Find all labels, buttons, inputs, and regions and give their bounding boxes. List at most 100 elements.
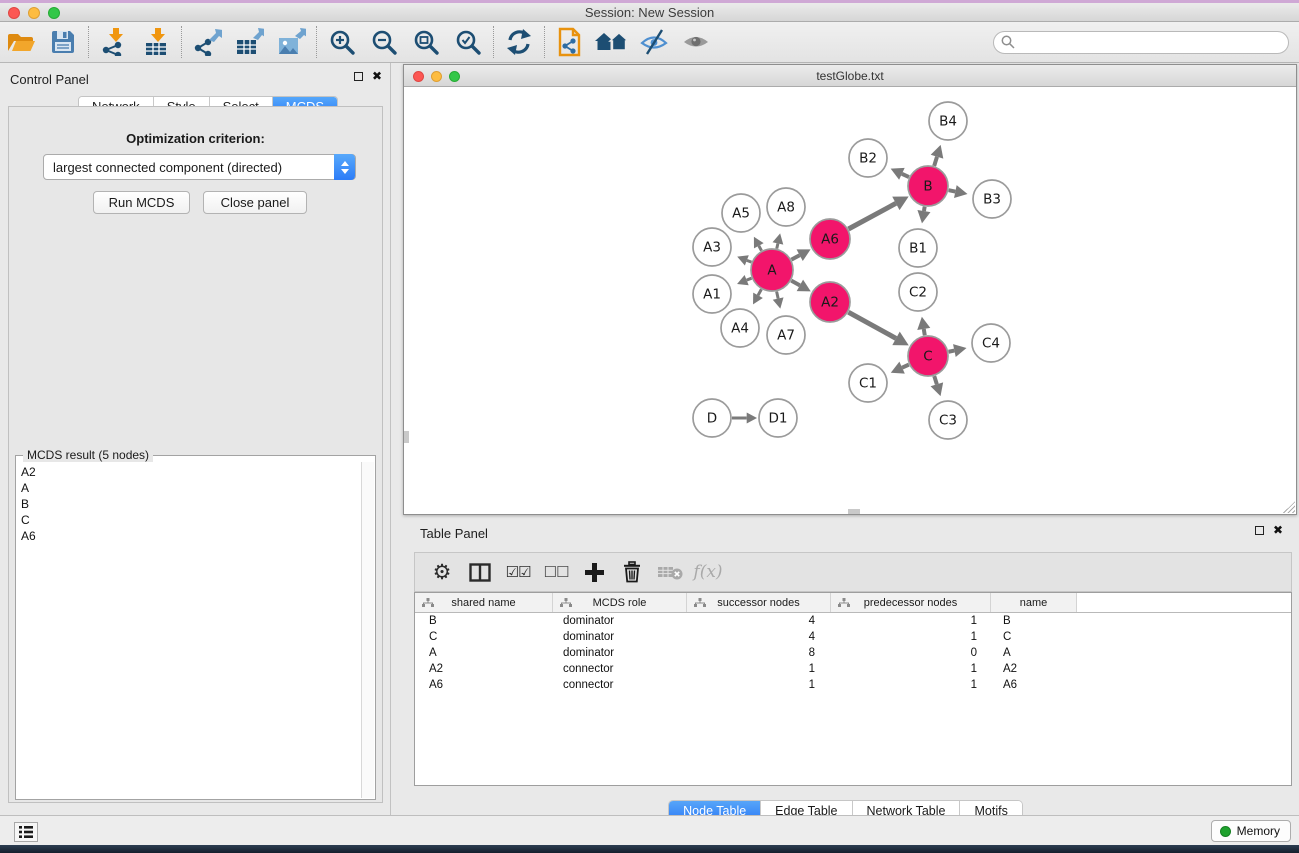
network-canvas[interactable]: B4B2BB3A5A8A6A3AB1A1A2C2A4A7C4CC1C3DD1 [404,88,1296,514]
save-session-button[interactable] [42,24,84,60]
column-header-mcds-role[interactable]: MCDS role [553,593,687,612]
table-row[interactable]: A2 connector 1 1 A2 [415,661,1291,677]
graph-node-label-B3: B3 [983,192,1001,208]
table-row[interactable]: A dominator 8 0 A [415,645,1291,661]
show-graphics-details-button[interactable] [675,24,717,60]
float-panel-icon[interactable] [354,72,363,81]
search-input[interactable] [993,31,1289,54]
export-network-icon [192,28,222,56]
delete-columns-button[interactable] [613,555,651,589]
graph-edge-C-C4[interactable] [949,351,955,352]
function-builder-button[interactable]: f(x) [689,555,727,589]
task-history-button[interactable] [14,822,38,842]
split-panel-button[interactable] [461,555,499,589]
mcds-result-list[interactable]: A2 A B C A6 [17,462,361,798]
export-image-icon [276,28,306,56]
column-header-successor-nodes[interactable]: successor nodes [687,593,831,612]
column-header-name[interactable]: name [991,593,1077,612]
column-header-predecessor-nodes[interactable]: predecessor nodes [831,593,991,612]
result-item[interactable]: B [21,496,361,512]
graph-node-label-C1: C1 [859,376,877,392]
table-row[interactable]: A6 connector 1 1 A6 [415,677,1291,693]
memory-label: Memory [1237,824,1280,838]
fit-content-button[interactable] [405,24,447,60]
function-icon: f(x) [693,562,722,582]
delete-table-button[interactable] [651,555,689,589]
zoom-fit-icon [413,29,440,56]
export-table-button[interactable] [228,24,270,60]
graph-arrowhead-A-A7 [773,297,784,308]
hierarchy-icon [838,598,850,608]
result-item[interactable]: C [21,512,361,528]
table-toolbar: ⚙ ☑☑ ☐☐ [414,552,1292,592]
result-scrollbar[interactable] [361,462,374,798]
deselect-all-button[interactable]: ☐☐ [537,555,575,589]
reset-layout-button[interactable] [591,24,633,60]
run-mcds-button[interactable]: Run MCDS [93,191,190,214]
update-network-button[interactable] [498,24,540,60]
import-network-button[interactable] [93,24,135,60]
close-table-panel-icon[interactable]: ✖ [1273,525,1283,535]
memory-button[interactable]: Memory [1211,820,1291,842]
select-all-icon: ☑☑ [506,563,531,581]
graph-edge-B-B4[interactable] [934,157,937,166]
mcds-panel: Optimization criterion: largest connecte… [8,106,383,803]
graph-edge-A-A4[interactable] [758,289,761,295]
graph-edge-A-A5[interactable] [759,246,762,251]
horizontal-scroll-hint[interactable] [848,509,860,514]
export-image-button[interactable] [270,24,312,60]
result-item[interactable]: A2 [21,464,361,480]
select-stepper-icon [334,154,355,180]
memory-status-icon [1220,826,1231,837]
result-item[interactable]: A6 [21,528,361,544]
open-file-button[interactable] [0,24,42,60]
optimization-criterion-label: Optimization criterion: [9,131,382,146]
graph-edge-A-A1[interactable] [747,278,752,280]
table-settings-button[interactable]: ⚙ [423,555,461,589]
export-network-button[interactable] [186,24,228,60]
graph-edge-C-C3[interactable] [934,376,937,384]
graph-node-label-B1: B1 [909,241,927,257]
table-row[interactable]: C dominator 4 1 C [415,629,1291,645]
network-view-window: testGlobe.txt B4B2BB3A5A8A6A3AB1A1A2C2A4… [403,64,1297,515]
column-header-shared-name[interactable]: shared name [415,593,553,612]
select-all-button[interactable]: ☑☑ [499,555,537,589]
criterion-select[interactable]: largest connected component (directed) [43,154,356,180]
graph-edge-A-A8[interactable] [777,243,778,248]
refresh-icon [505,28,533,56]
result-item[interactable]: A [21,480,361,496]
graph-edge-A6-B[interactable] [848,203,895,229]
import-table-button[interactable] [135,24,177,60]
toolbar-separator [544,26,545,58]
table-header: shared name MCDS role successor nodes pr… [415,593,1291,613]
vertical-scroll-hint[interactable] [404,431,409,443]
plus-icon [584,562,605,583]
float-table-panel-icon[interactable] [1255,526,1264,535]
graph-node-label-C: C [923,349,932,365]
graph-edge-C-C1[interactable] [902,365,909,368]
graph-edge-A-A3[interactable] [747,260,752,262]
delete-table-icon [657,563,683,581]
graph-edge-A2-C[interactable] [848,312,896,338]
table-row[interactable]: B dominator 4 1 B [415,613,1291,629]
close-panel-button[interactable]: Close panel [203,191,307,214]
toolbar-separator [181,26,182,58]
graph-edge-B-B1[interactable] [924,207,925,211]
eye-slash-icon [639,28,669,56]
zoom-out-button[interactable] [363,24,405,60]
zoom-in-button[interactable] [321,24,363,60]
graph-edge-C-C2[interactable] [924,329,925,335]
window-resize-grip[interactable] [1283,501,1295,513]
graph-edge-A-A2[interactable] [791,281,800,286]
zoom-selected-button[interactable] [447,24,489,60]
close-panel-icon[interactable]: ✖ [372,71,382,81]
graph-edge-B-B2[interactable] [902,174,909,177]
graph-edge-B-B3[interactable] [949,190,956,191]
app-titlebar: Session: New Session [0,3,1299,22]
graph-edge-A-A7[interactable] [777,292,779,299]
hide-graphics-details-button[interactable] [633,24,675,60]
clone-network-button[interactable] [549,24,591,60]
graph-edge-A-A6[interactable] [791,255,799,259]
add-column-button[interactable] [575,555,613,589]
main-toolbar [0,22,1299,63]
